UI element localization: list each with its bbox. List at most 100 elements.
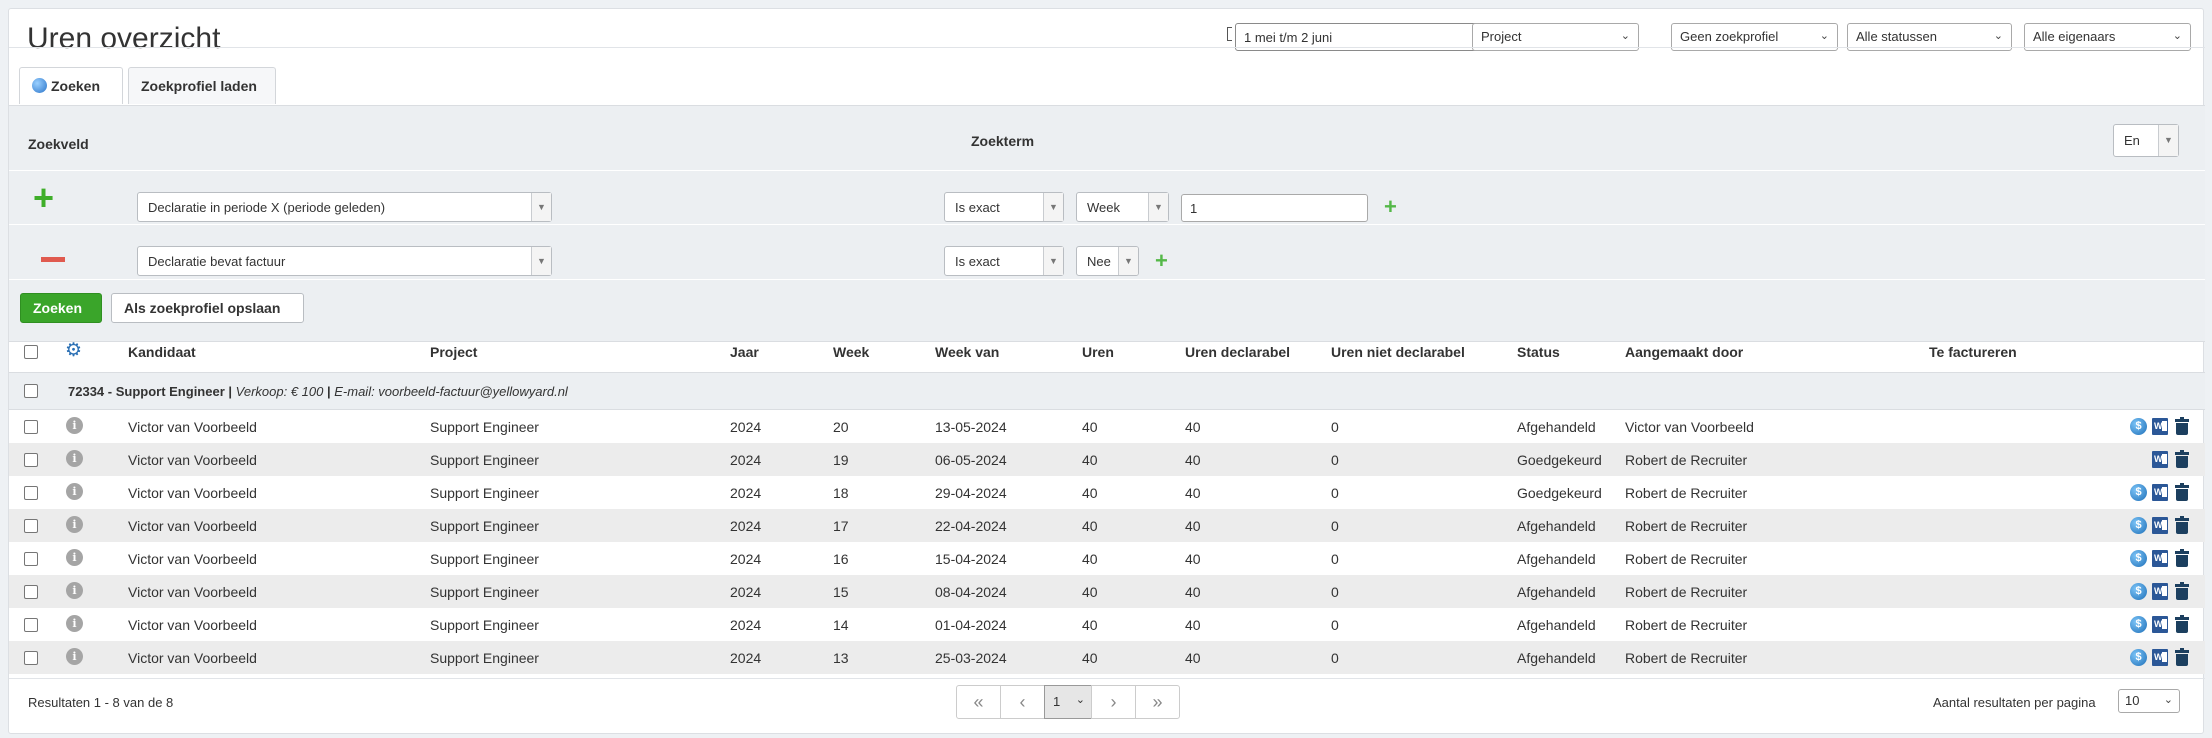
column-header-week[interactable]: Week xyxy=(833,344,869,360)
row-checkbox[interactable] xyxy=(24,618,38,632)
row-checkbox[interactable] xyxy=(24,552,38,566)
row-checkbox[interactable] xyxy=(24,420,38,434)
column-header-aangemaakt-door[interactable]: Aangemaakt door xyxy=(1625,344,1743,360)
chevron-down-icon: ⌄ xyxy=(2163,694,2173,706)
word-icon[interactable]: W xyxy=(2152,583,2168,600)
info-icon[interactable]: i xyxy=(66,615,83,632)
dropdown-arrow-icon: ▼ xyxy=(1043,193,1063,221)
group-checkbox[interactable] xyxy=(24,384,38,398)
condition-1-operator-select[interactable]: Is exact ▼ xyxy=(944,192,1064,222)
conjunction-select[interactable]: En ▼ xyxy=(2113,124,2179,157)
invoice-icon[interactable]: $ xyxy=(2130,550,2147,567)
cell-niet-declarabel: 0 xyxy=(1331,419,1339,435)
remove-condition-icon[interactable] xyxy=(41,257,65,262)
select-all-checkbox[interactable] xyxy=(24,345,38,359)
trash-icon[interactable] xyxy=(2175,483,2189,501)
table-row[interactable]: i Victor van Voorbeeld Support Engineer 202… xyxy=(9,443,2205,476)
save-profile-button[interactable]: Als zoekprofiel opslaan xyxy=(111,293,304,323)
previous-page-icon[interactable]: ‹ xyxy=(1000,685,1045,719)
cell-week: 15 xyxy=(833,584,849,600)
invoice-icon[interactable]: $ xyxy=(2130,418,2147,435)
trash-icon[interactable] xyxy=(2175,648,2189,666)
row-checkbox[interactable] xyxy=(24,519,38,533)
condition-1-operator-value: Is exact xyxy=(955,200,1000,215)
cell-week: 18 xyxy=(833,485,849,501)
trash-icon[interactable] xyxy=(2175,582,2189,600)
column-header-project[interactable]: Project xyxy=(430,344,477,360)
table-row[interactable]: i Victor van Voorbeeld Support Engineer 202… xyxy=(9,476,2205,509)
row-checkbox[interactable] xyxy=(24,651,38,665)
invoice-icon[interactable]: $ xyxy=(2130,583,2147,600)
invoice-icon[interactable]: $ xyxy=(2130,517,2147,534)
word-icon[interactable]: W xyxy=(2152,649,2168,666)
add-condition-icon[interactable]: + xyxy=(33,180,54,216)
row-checkbox[interactable] xyxy=(24,585,38,599)
column-header-jaar[interactable]: Jaar xyxy=(730,344,759,360)
word-icon[interactable]: W xyxy=(2152,550,2168,567)
column-header-week-van[interactable]: Week van xyxy=(935,344,999,360)
invoice-icon[interactable]: $ xyxy=(2130,616,2147,633)
info-icon[interactable]: i xyxy=(66,648,83,665)
tab-search[interactable]: Zoeken xyxy=(19,67,123,104)
row-checkbox[interactable] xyxy=(24,453,38,467)
cell-uren: 40 xyxy=(1082,518,1098,534)
trash-icon[interactable] xyxy=(2175,549,2189,567)
column-header-kandidaat[interactable]: Kandidaat xyxy=(128,344,196,360)
condition-2-operator-select[interactable]: Is exact ▼ xyxy=(944,246,1064,276)
info-icon[interactable]: i xyxy=(66,516,83,533)
condition-2-field-select[interactable]: Declaratie bevat factuur ▼ xyxy=(137,246,552,276)
next-page-icon[interactable]: › xyxy=(1091,685,1136,719)
table-row[interactable]: i Victor van Voorbeeld Support Engineer 202… xyxy=(9,641,2205,674)
invoice-icon[interactable]: $ xyxy=(2130,649,2147,666)
cell-jaar: 2024 xyxy=(730,584,762,600)
invoice-icon[interactable]: $ xyxy=(2130,484,2147,501)
search-button[interactable]: Zoeken xyxy=(20,293,102,323)
table-row[interactable]: i Victor van Voorbeeld Support Engineer 202… xyxy=(9,542,2205,575)
column-header-te-factureren[interactable]: Te factureren xyxy=(1929,344,2017,360)
word-icon[interactable]: W xyxy=(2152,517,2168,534)
condition-2-unit-select[interactable]: Nee ▼ xyxy=(1076,246,1139,276)
table-row[interactable]: i Victor van Voorbeeld Support Engineer 202… xyxy=(9,608,2205,641)
column-header-uren[interactable]: Uren xyxy=(1082,344,1114,360)
column-header-status[interactable]: Status xyxy=(1517,344,1560,360)
per-page-select[interactable]: 10 ⌄ xyxy=(2118,689,2180,713)
word-icon[interactable]: W xyxy=(2152,451,2168,468)
condition-1-value-input[interactable] xyxy=(1181,194,1368,222)
last-page-icon[interactable]: » xyxy=(1135,685,1180,719)
info-icon[interactable]: i xyxy=(66,450,83,467)
add-term-icon[interactable]: + xyxy=(1384,196,1397,218)
first-page-icon[interactable]: « xyxy=(956,685,1001,719)
trash-icon[interactable] xyxy=(2175,516,2189,534)
cell-status: Afgehandeld xyxy=(1517,617,1596,633)
column-header-uren-declarabel[interactable]: Uren declarabel xyxy=(1185,344,1290,360)
cell-door: Robert de Recruiter xyxy=(1625,617,1748,633)
search-field-label: Zoekveld xyxy=(28,136,89,152)
condition-1-unit-select[interactable]: Week ▼ xyxy=(1076,192,1169,222)
table-row[interactable]: i Victor van Voorbeeld Support Engineer 202… xyxy=(9,509,2205,542)
gear-icon[interactable]: ⚙ xyxy=(65,339,82,362)
cell-week-van: 22-04-2024 xyxy=(935,518,1007,534)
word-icon[interactable]: W xyxy=(2152,484,2168,501)
word-icon[interactable]: W xyxy=(2152,616,2168,633)
info-icon[interactable]: i xyxy=(66,549,83,566)
row-checkbox[interactable] xyxy=(24,486,38,500)
cell-door: Robert de Recruiter xyxy=(1625,551,1748,567)
tab-load-profile[interactable]: Zoekprofiel laden xyxy=(128,67,276,104)
add-term-icon[interactable]: + xyxy=(1155,250,1168,272)
trash-icon[interactable] xyxy=(2175,615,2189,633)
group-title: 72334 - Support Engineer xyxy=(68,384,225,399)
trash-icon[interactable] xyxy=(2175,417,2189,435)
info-icon[interactable]: i xyxy=(66,483,83,500)
cell-declarabel: 40 xyxy=(1185,650,1201,666)
column-header-uren-niet-declarabel[interactable]: Uren niet declarabel xyxy=(1331,344,1465,360)
word-icon[interactable]: W xyxy=(2152,418,2168,435)
condition-1-field-select[interactable]: Declaratie in periode X (periode geleden… xyxy=(137,192,552,222)
cell-uren: 40 xyxy=(1082,650,1098,666)
trash-icon[interactable] xyxy=(2175,450,2189,468)
table-row[interactable]: i Victor van Voorbeeld Support Engineer 202… xyxy=(9,575,2205,608)
page-select[interactable]: 1 ⌄ xyxy=(1044,685,1092,719)
info-icon[interactable]: i xyxy=(66,582,83,599)
table-row[interactable]: i Victor van Voorbeeld Support Engineer 202… xyxy=(9,410,2205,443)
cell-project: Support Engineer xyxy=(430,584,539,600)
info-icon[interactable]: i xyxy=(66,417,83,434)
